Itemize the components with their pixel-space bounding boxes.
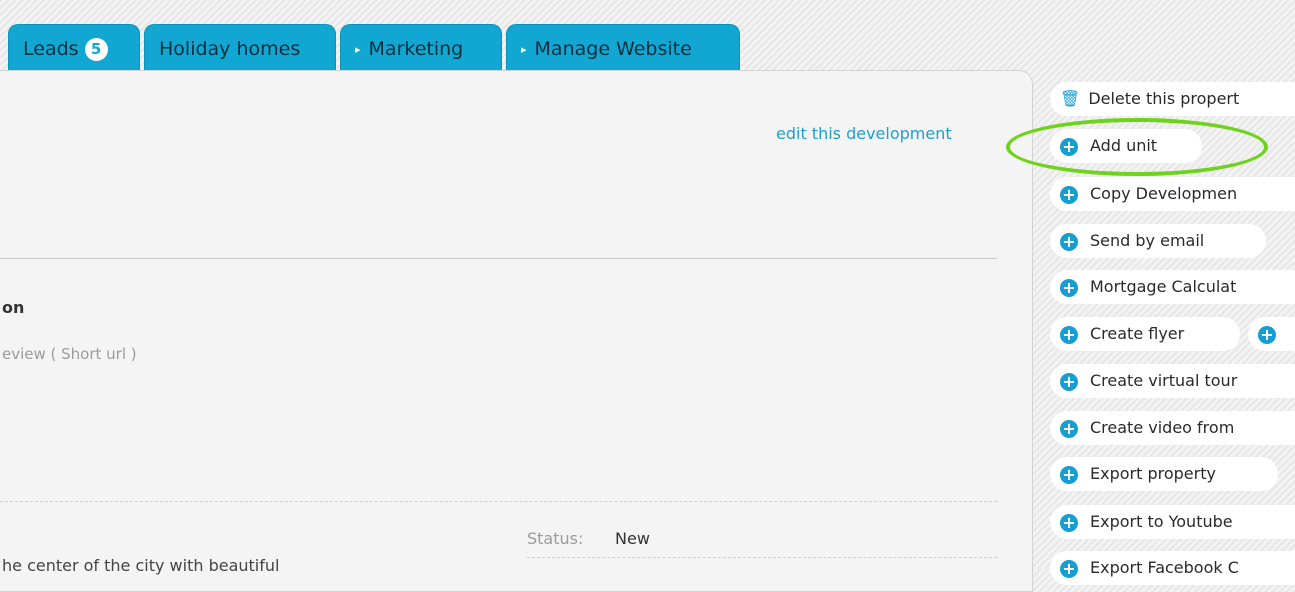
action-label: Delete this propert (1088, 89, 1240, 108)
plus-icon: + (1060, 186, 1078, 204)
create-virtual-tour-button[interactable]: + Create virtual tour (1050, 364, 1295, 398)
export-to-youtube-button[interactable]: + Export to Youtube (1050, 505, 1295, 539)
action-label: Export Facebook C (1090, 558, 1239, 577)
divider (0, 258, 997, 259)
plus-icon: + (1060, 514, 1078, 532)
plus-icon: + (1060, 279, 1078, 297)
action-label: Mortgage Calculat (1090, 277, 1237, 296)
caret-right-icon: ▸ (355, 43, 361, 56)
additional-action-button[interactable]: + (1248, 317, 1295, 351)
copy-development-button[interactable]: + Copy Developmen (1050, 177, 1295, 211)
preview-short-url-text[interactable]: eview ( Short url ) (2, 345, 137, 363)
status-label: Status: (527, 529, 584, 548)
plus-icon: + (1060, 326, 1078, 344)
leads-count-badge: 5 (84, 38, 108, 61)
action-label: Export to Youtube (1090, 512, 1233, 531)
plus-icon: + (1060, 373, 1078, 391)
export-property-button[interactable]: + Export property (1050, 457, 1278, 491)
action-label: Create flyer (1090, 324, 1185, 343)
section-title: on (2, 298, 25, 317)
plus-icon: + (1060, 138, 1078, 156)
development-panel (0, 70, 1033, 592)
divider (527, 557, 997, 558)
action-label: Send by email (1090, 231, 1205, 250)
caret-right-icon: ▸ (521, 43, 527, 56)
add-unit-button[interactable]: + Add unit (1050, 129, 1202, 163)
action-label: Create virtual tour (1090, 371, 1238, 390)
delete-property-button[interactable]: 🗑 Delete this propert (1050, 82, 1295, 116)
tab-manage-website[interactable]: ▸ Manage Website (506, 24, 740, 72)
plus-icon: + (1060, 420, 1078, 438)
action-label: Create video from (1090, 418, 1235, 437)
divider (0, 501, 997, 502)
plus-icon: + (1060, 560, 1078, 578)
tab-label: Holiday homes (159, 38, 301, 60)
trash-icon: 🗑 (1060, 89, 1081, 108)
send-by-email-button[interactable]: + Send by email (1050, 224, 1266, 258)
plus-icon: + (1060, 233, 1078, 251)
tab-label: Marketing (368, 38, 464, 60)
create-flyer-button[interactable]: + Create flyer (1050, 317, 1240, 351)
plus-icon: + (1060, 466, 1078, 484)
action-label: Add unit (1090, 136, 1158, 155)
export-facebook-button[interactable]: + Export Facebook C (1050, 551, 1295, 585)
tab-label: Leads (23, 38, 79, 60)
description-text: he center of the city with beautiful (2, 556, 280, 575)
mortgage-calculator-button[interactable]: + Mortgage Calculat (1050, 270, 1295, 304)
plus-icon: + (1258, 326, 1276, 344)
status-value: New (615, 529, 650, 548)
tab-holiday-homes[interactable]: Holiday homes (144, 24, 336, 72)
action-label: Export property (1090, 464, 1216, 483)
tab-marketing[interactable]: ▸ Marketing (340, 24, 502, 72)
edit-development-link[interactable]: edit this development (776, 124, 952, 143)
create-video-button[interactable]: + Create video from (1050, 411, 1295, 445)
tab-leads[interactable]: Leads 5 (8, 24, 140, 72)
action-label: Copy Developmen (1090, 184, 1238, 203)
tab-label: Manage Website (534, 38, 692, 60)
